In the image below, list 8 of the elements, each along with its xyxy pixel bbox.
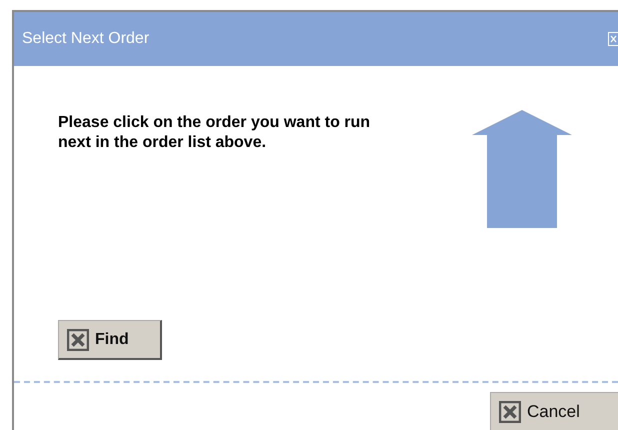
cancel-button[interactable]: Cancel — [490, 392, 618, 430]
x-box-icon — [499, 400, 521, 422]
up-arrow-icon — [472, 110, 572, 228]
instruction-text: Please click on the order you want to run next in the order list above. — [58, 113, 372, 153]
window-title: Select Next Order — [22, 30, 150, 48]
x-box-icon — [67, 328, 89, 350]
close-icon[interactable] — [608, 32, 618, 46]
find-button[interactable]: Find — [58, 320, 162, 360]
